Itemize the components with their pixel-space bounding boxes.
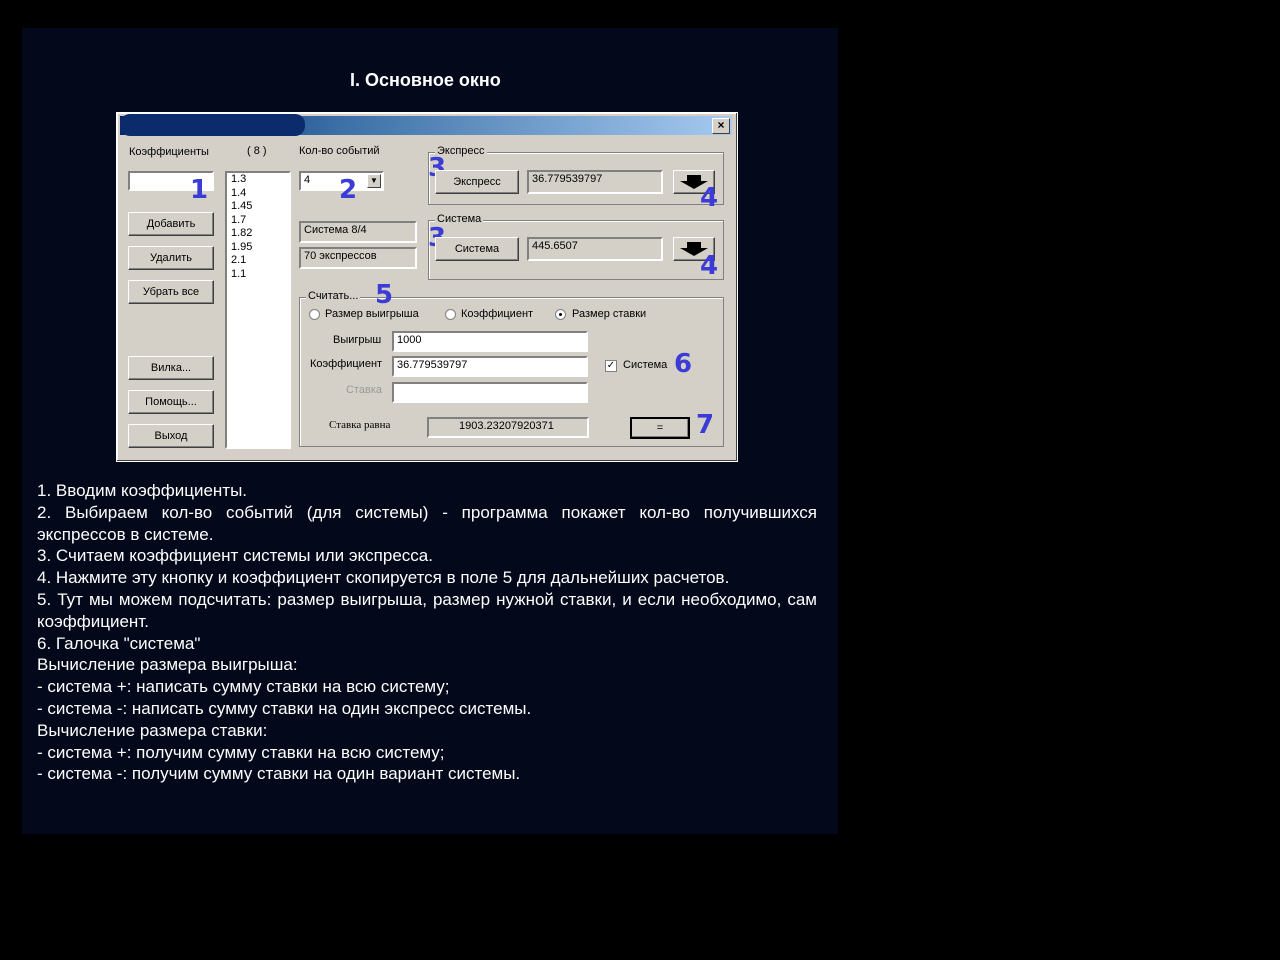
- stake-input[interactable]: [392, 382, 588, 403]
- add-button[interactable]: Добавить: [128, 212, 214, 236]
- desc-line: - система +: написать сумму ставки на вс…: [37, 677, 450, 697]
- radio-coef[interactable]: [445, 309, 456, 320]
- list-item[interactable]: 1.4: [227, 187, 289, 201]
- page-title: I. Основное окно: [350, 70, 501, 90]
- desc-line: - система -: получим сумму ставки на оди…: [37, 764, 521, 784]
- close-button[interactable]: ×: [712, 118, 730, 134]
- marker-4a: 4: [700, 183, 719, 213]
- desc-line: - система +: получим сумму ставки на всю…: [37, 742, 445, 762]
- radio-win-label: Размер выигрыша: [325, 308, 419, 320]
- express-button[interactable]: Экспресс: [435, 170, 519, 194]
- help-button[interactable]: Помощь...: [128, 390, 214, 414]
- desc-line: Вычисление размера выигрыша:: [37, 655, 298, 675]
- desc-line: - система -: написать сумму ставки на од…: [37, 698, 532, 718]
- win-label: Выигрыш: [333, 334, 382, 346]
- description: 1. Вводим коэффициенты. 2. Выбираем кол-…: [37, 480, 817, 785]
- coef-field-label: Коэффициент: [310, 358, 383, 370]
- marker-4b: 4: [700, 251, 719, 281]
- marker-6: 6: [674, 349, 693, 379]
- equal-stake-value: 1903.23207920371: [427, 417, 589, 438]
- system-button[interactable]: Система: [435, 237, 519, 261]
- desc-line: 4. Нажмите эту кнопку и коэффициент скоп…: [37, 568, 730, 588]
- list-item[interactable]: 1.7: [227, 214, 289, 228]
- coef-field-input[interactable]: 36.779539797: [392, 356, 588, 377]
- delete-button[interactable]: Удалить: [128, 246, 214, 270]
- exit-button[interactable]: Выход: [128, 424, 214, 448]
- radio-stake-label: Размер ставки: [572, 308, 647, 320]
- events-label: Кол-во событий: [299, 145, 380, 157]
- list-item[interactable]: 1.95: [227, 241, 289, 255]
- app-window: × Коэффициенты ( 8 ) 1 Добавить Удалить …: [116, 112, 738, 462]
- coef-list[interactable]: 1.3 1.4 1.45 1.7 1.82 1.95 2.1 1.1: [225, 171, 291, 449]
- list-item[interactable]: 2.1: [227, 254, 289, 268]
- equal-stake-label: Ставка равна: [329, 419, 391, 431]
- system-info: Система 8/4: [299, 221, 417, 243]
- radio-win[interactable]: [309, 309, 320, 320]
- list-item[interactable]: 1.3: [227, 173, 289, 187]
- radio-stake[interactable]: [555, 309, 566, 320]
- equals-button[interactable]: =: [630, 417, 690, 439]
- coef-label: Коэффициенты: [129, 146, 209, 158]
- system-value: 445.6507: [527, 237, 663, 261]
- desc-line: 2. Выбираем кол-во событий (для системы)…: [37, 502, 817, 544]
- express-count: 70 экспрессов: [299, 247, 417, 269]
- list-item[interactable]: 1.1: [227, 268, 289, 282]
- window-titlebar: ×: [120, 114, 732, 136]
- calc-group-title: Считать...: [306, 290, 361, 302]
- win-input[interactable]: 1000: [392, 331, 588, 352]
- list-item[interactable]: 1.82: [227, 227, 289, 241]
- marker-7: 7: [696, 410, 715, 440]
- stake-label: Ставка: [346, 384, 382, 396]
- desc-line: 6. Галочка "система": [37, 633, 201, 653]
- clear-all-button[interactable]: Убрать все: [128, 280, 214, 304]
- chevron-down-icon[interactable]: ▼: [367, 174, 381, 188]
- desc-line: 3. Считаем коэффициент системы или экспр…: [37, 546, 433, 566]
- marker-2: 2: [339, 175, 358, 205]
- desc-line: 5. Тут мы можем подсчитать: размер выигр…: [37, 589, 817, 631]
- list-item[interactable]: 1.45: [227, 200, 289, 214]
- desc-line: 1. Вводим коэффициенты.: [37, 481, 248, 500]
- fork-button[interactable]: Вилка...: [128, 356, 214, 380]
- express-value: 36.779539797: [527, 170, 663, 194]
- redacted-title: [120, 114, 305, 136]
- marker-5: 5: [375, 280, 394, 310]
- coef-count-label: ( 8 ): [247, 145, 267, 157]
- system-checkbox-label: Система: [623, 359, 668, 371]
- desc-line: Вычисление размера ставки:: [37, 720, 268, 740]
- marker-1: 1: [190, 175, 209, 205]
- system-checkbox[interactable]: ✓: [605, 360, 617, 372]
- radio-coef-label: Коэффициент: [461, 308, 534, 320]
